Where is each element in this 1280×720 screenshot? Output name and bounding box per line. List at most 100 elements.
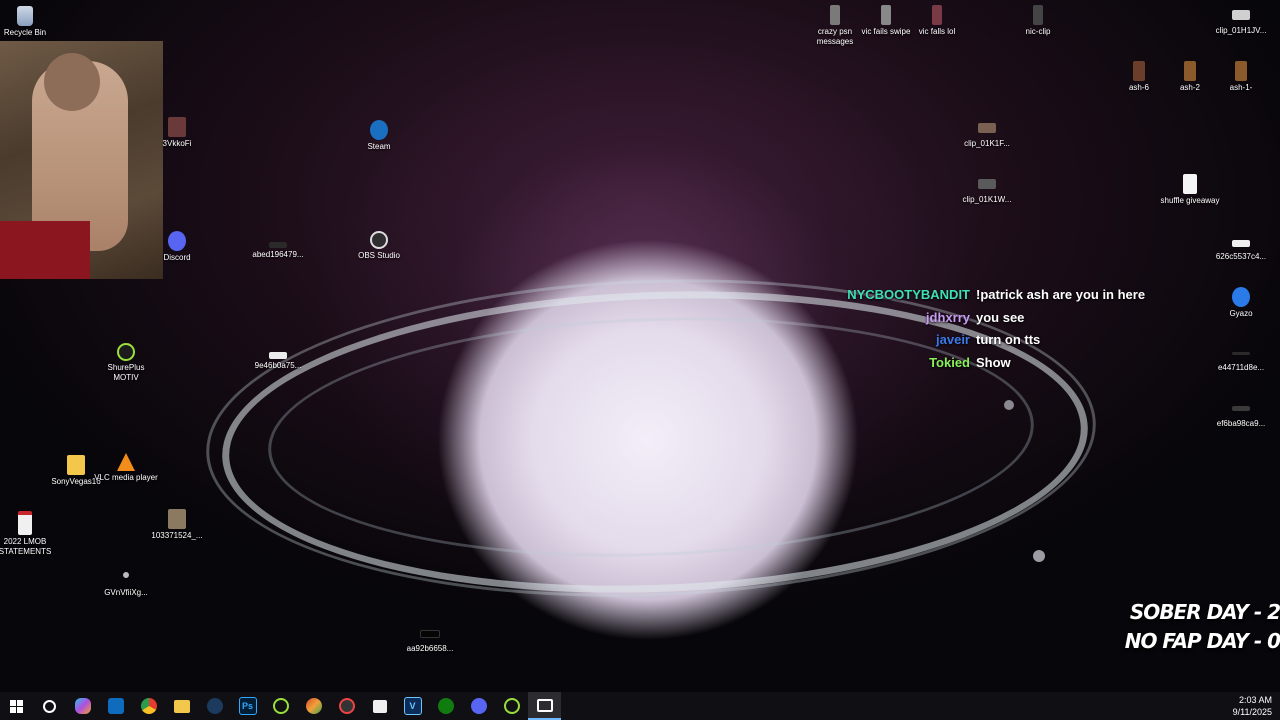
image-file-icon: [168, 509, 186, 529]
steam-icon: [206, 698, 223, 714]
desktop-icon-3vkkofi[interactable]: 3VkkoFi: [145, 117, 209, 149]
video-file-icon: [168, 117, 186, 137]
discord-icon: [168, 231, 186, 251]
video-file-icon: [978, 123, 996, 133]
image-file-icon: [123, 572, 129, 578]
v-app-icon: V: [403, 697, 422, 715]
webcam-overlay: [0, 41, 163, 279]
taskbar-discord[interactable]: [462, 692, 495, 720]
clock-time: 2:03 AM: [1238, 695, 1272, 705]
nofap-day-counter: NO FAP DAY - 0: [1124, 629, 1280, 653]
image-file-icon: [1232, 406, 1250, 411]
taskbar-active-app[interactable]: [528, 692, 561, 720]
chat-message: jdhxrry you see: [840, 307, 1200, 330]
desktop-icon-aa92b6658[interactable]: aa92b6658...: [398, 628, 462, 654]
taskbar: Ps V: [0, 692, 1280, 720]
chat-username: NYCBOOTYBANDIT: [847, 287, 970, 302]
desktop-icon-gvnvfiixg[interactable]: GVnVfiiXg...: [94, 566, 158, 598]
taskbar-store[interactable]: [363, 692, 396, 720]
system-clock[interactable]: 2:03 AM 9/11/2025: [1233, 694, 1272, 718]
taskbar-xbox[interactable]: [429, 692, 462, 720]
video-file-icon: [830, 5, 840, 25]
desktop-icon-nic-clip[interactable]: nic-clip: [1006, 5, 1070, 37]
chat-username: Tokied: [929, 354, 970, 370]
video-file-icon: [1033, 5, 1043, 25]
wallpaper-moon: [1033, 550, 1045, 562]
folder-icon: [67, 455, 85, 475]
pdf-icon: [18, 511, 32, 535]
active-app-icon: [536, 698, 553, 712]
desktop-icon-626c5537c4[interactable]: 626c5537c4...: [1209, 240, 1273, 262]
video-file-icon: [1133, 61, 1145, 81]
desktop-icon-clip-01k1w[interactable]: clip_01K1W...: [955, 179, 1019, 205]
chat-message: javeir turn on tts: [840, 329, 1200, 352]
desktop-icon-e44711d8e[interactable]: e44711d8e...: [1209, 352, 1273, 373]
desktop-icon-2022-lmob[interactable]: 2022 LMOB STATEMENTS: [0, 511, 57, 557]
taskbar-steam[interactable]: [198, 692, 231, 720]
shureplus-icon: [272, 698, 289, 714]
taskbar-shureplus[interactable]: [264, 692, 297, 720]
desktop-icon-obs-studio[interactable]: OBS Studio: [347, 231, 411, 261]
webcam-dog-head: [44, 53, 100, 111]
start-button[interactable]: [0, 692, 33, 720]
file-explorer-icon: [173, 699, 190, 713]
taskbar-chrome[interactable]: [132, 692, 165, 720]
chat-text: you see: [976, 309, 1025, 325]
video-file-icon: [1184, 61, 1196, 81]
copilot-icon: [74, 698, 91, 714]
taskbar-v-app[interactable]: V: [396, 692, 429, 720]
vlc-icon: [117, 453, 135, 471]
desktop-icon-abed196479[interactable]: abed196479...: [246, 234, 310, 260]
chat-message: NYCBOOTYBANDIT !patrick ash are you in h…: [840, 284, 1200, 307]
desktop-icon-recycle-bin[interactable]: Recycle Bin: [0, 6, 57, 38]
taskbar-app[interactable]: [297, 692, 330, 720]
video-file-icon: [932, 5, 942, 25]
store-icon: [372, 699, 387, 713]
wallpaper-moon: [1004, 400, 1014, 410]
outlook-icon: [107, 698, 124, 714]
desktop-icon-103371524[interactable]: 103371524_...: [145, 509, 209, 541]
chat-username: javeir: [936, 332, 970, 347]
start-icon: [10, 699, 23, 713]
desktop-icon-steam[interactable]: Steam: [347, 120, 411, 152]
video-file-icon: [881, 5, 891, 25]
desktop-wallpaper[interactable]: Recycle Bin Steam Discord abed196479... …: [0, 0, 1280, 692]
search-button[interactable]: [33, 692, 66, 720]
obs-icon: [370, 231, 388, 249]
shureplus-icon: [503, 698, 520, 714]
desktop-icon-shuffle-giveaway[interactable]: shuffle giveaway: [1158, 174, 1222, 206]
taskbar-photoshop[interactable]: Ps: [231, 692, 264, 720]
app-icon: [338, 698, 355, 714]
video-file-icon: [1235, 61, 1247, 81]
image-file-icon: [269, 242, 287, 248]
desktop-icon-vic-falls-lol[interactable]: vic falls lol: [905, 5, 969, 37]
chrome-icon: [140, 698, 157, 714]
text-file-icon: [1183, 174, 1197, 194]
xbox-icon: [437, 698, 454, 714]
desktop-icon-shureplus[interactable]: ShurePlus MOTIV: [94, 343, 158, 383]
desktop-icon-9e46b0a75[interactable]: 9e46b0a75...: [246, 350, 310, 371]
video-file-icon: [1232, 10, 1250, 20]
chat-message: Tokied Show: [840, 352, 1200, 375]
stream-chat-overlay: NYCBOOTYBANDIT !patrick ash are you in h…: [840, 284, 1200, 374]
video-file-icon: [978, 179, 996, 189]
desktop-icon-discord[interactable]: Discord: [145, 231, 209, 263]
webcam-red-pillow: [0, 221, 90, 279]
taskbar-copilot[interactable]: [66, 692, 99, 720]
desktop-icon-gyazo[interactable]: Gyazo: [1209, 287, 1273, 319]
desktop-icon-ash-1[interactable]: ash-1-: [1209, 61, 1273, 93]
shureplus-icon: [117, 343, 135, 361]
app-icon: [305, 698, 322, 714]
taskbar-shureplus-2[interactable]: [495, 692, 528, 720]
gyazo-icon: [1232, 287, 1250, 307]
taskbar-file-explorer[interactable]: [165, 692, 198, 720]
desktop-icon-clip-01k1f[interactable]: clip_01K1F...: [955, 123, 1019, 149]
chat-text: !patrick ash are you in here: [976, 287, 1146, 302]
image-file-icon: [269, 352, 287, 359]
taskbar-app[interactable]: [330, 692, 363, 720]
desktop-icon-ef6ba98ca9[interactable]: ef6ba98ca9...: [1209, 406, 1273, 429]
taskbar-outlook[interactable]: [99, 692, 132, 720]
desktop-icon-vlc[interactable]: VLC media player: [94, 453, 158, 483]
desktop-icon-clip-01h1jv[interactable]: clip_01H1JV...: [1209, 10, 1273, 36]
image-file-icon: [1232, 240, 1250, 247]
